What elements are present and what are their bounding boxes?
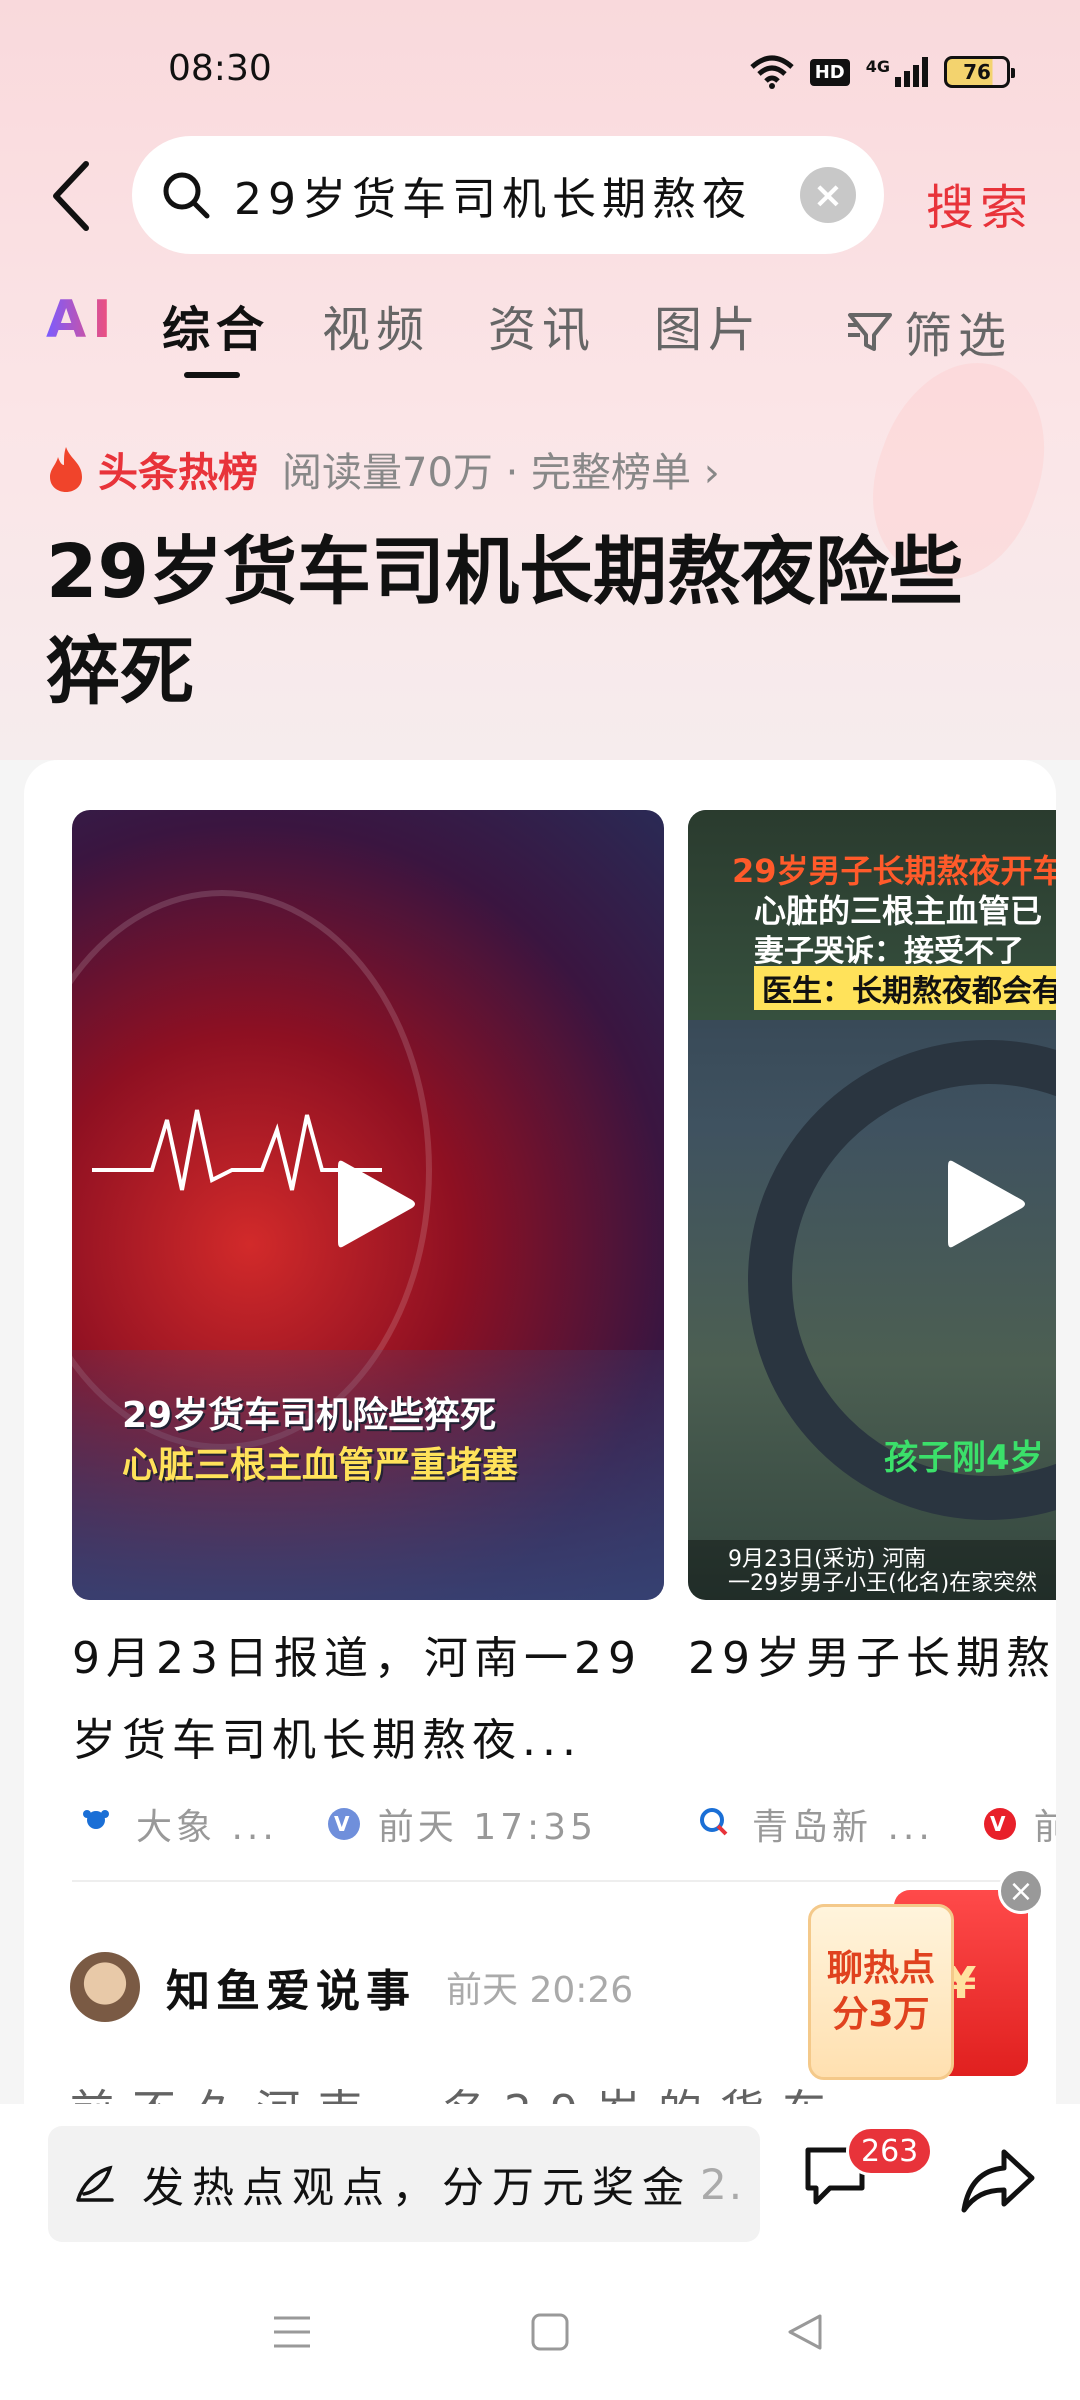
hotlist-row[interactable]: 头条热榜 阅读量70万 · 完整榜单 › bbox=[46, 440, 720, 498]
hotlist-meta[interactable]: 阅读量70万 · 完整榜单 › bbox=[282, 440, 720, 498]
author-row[interactable]: 知鱼爱说事 前天 20:26 bbox=[70, 1952, 633, 2022]
back-button[interactable] bbox=[44, 150, 104, 240]
video-caption-line2: 心脏三根主血管严重堵塞 bbox=[122, 1445, 519, 1486]
hd-icon: HD bbox=[809, 58, 850, 86]
filter-label: 筛选 bbox=[904, 308, 1013, 364]
tab-news[interactable]: 资讯 bbox=[488, 290, 596, 360]
tab-video[interactable]: 视频 bbox=[322, 290, 430, 360]
video2-footer: 9月23日(采访) 河南 一29岁男子小王(化名)在家突然 bbox=[688, 1540, 1056, 1600]
promo-line1: 聊热点 bbox=[826, 1948, 935, 1989]
source-name: 青岛新 ... bbox=[752, 1807, 934, 1848]
status-icons: HD 4G 76 bbox=[750, 52, 1015, 92]
promo-widget[interactable]: ¥ 聊热点 分3万 × bbox=[808, 1868, 1044, 2086]
video-title-2[interactable]: 29岁男子长期熬夜险些猝死!心脏的 bbox=[688, 1618, 1056, 1700]
back-arrow-icon bbox=[53, 161, 89, 231]
promo-close-icon[interactable]: × bbox=[998, 1868, 1044, 1914]
status-bar: 08:30 HD 4G 76 bbox=[0, 0, 1080, 140]
status-time: 08:30 bbox=[168, 48, 272, 89]
flame-icon bbox=[50, 447, 82, 492]
search-icon bbox=[163, 172, 210, 219]
tab-images[interactable]: 图片 bbox=[654, 290, 762, 360]
source-time: 前天 17:35 bbox=[377, 1807, 597, 1848]
video2-foot2: 一29岁男子小王(化名)在家突然 bbox=[728, 1571, 1038, 1596]
verified-badge-icon: V bbox=[327, 1808, 360, 1840]
video2-head3: 妻子哭诉：接受不了 bbox=[754, 934, 1024, 969]
avatar[interactable] bbox=[70, 1952, 140, 2022]
page-title: 29岁货车司机长期熬夜险些猝死 bbox=[46, 529, 963, 715]
wifi-icon bbox=[750, 55, 794, 89]
clear-icon[interactable]: × bbox=[800, 167, 856, 223]
play-icon[interactable] bbox=[334, 1156, 418, 1252]
home-nav-icon[interactable] bbox=[528, 2310, 572, 2354]
video2-kid-caption: 孩子刚4岁 bbox=[884, 1438, 1044, 1478]
divider bbox=[72, 1880, 1012, 1882]
battery-icon: 76 bbox=[944, 56, 1015, 88]
signal-icon: 4G bbox=[866, 57, 928, 87]
filter-button[interactable]: 筛选 bbox=[846, 296, 1012, 366]
hotlist-label: 头条热榜 bbox=[98, 450, 258, 496]
source-logo bbox=[692, 1806, 732, 1842]
comment-placeholder: 发热点观点，分万元奖金 bbox=[142, 2162, 693, 2212]
comment-more: 2. bbox=[700, 2159, 745, 2209]
play-icon[interactable] bbox=[944, 1156, 1028, 1252]
source-logo bbox=[76, 1806, 116, 1842]
author-name[interactable]: 知鱼爱说事 bbox=[166, 1955, 416, 2019]
video2-head4: 医生：长期熬夜都会有 bbox=[754, 966, 1056, 1010]
video-caption-line1: 29岁货车司机险些猝死 bbox=[122, 1395, 497, 1436]
author-time: 前天 20:26 bbox=[446, 1970, 634, 2011]
back-nav-icon[interactable] bbox=[784, 2310, 828, 2354]
source-name: 大象 ... bbox=[136, 1807, 278, 1848]
promo-line2: 分3万 bbox=[832, 1994, 930, 2035]
filter-icon bbox=[848, 313, 892, 351]
search-box[interactable]: 29岁货车司机长期熬夜 × bbox=[132, 136, 884, 254]
search-button[interactable]: 搜索 bbox=[926, 168, 1034, 238]
video-source-1[interactable]: 大象 ... V 前天 17:35 bbox=[76, 1798, 597, 1850]
promo-card: 聊热点 分3万 bbox=[808, 1904, 954, 2080]
verified-badge-icon: V bbox=[983, 1808, 1016, 1840]
share-icon[interactable] bbox=[960, 2146, 1036, 2216]
network-label: 4G bbox=[865, 57, 890, 76]
search-input[interactable]: 29岁货车司机长期熬夜 bbox=[234, 163, 784, 227]
menu-nav-icon[interactable] bbox=[270, 2310, 314, 2354]
video-thumbnail-2[interactable]: 29岁男子长期熬夜开车 心脏的三根主血管已 妻子哭诉：接受不了 医生：长期熬夜都… bbox=[688, 810, 1056, 1600]
comment-count-badge: 263 bbox=[846, 2126, 934, 2176]
video-source-2[interactable]: 青岛新 ... V 前 bbox=[692, 1798, 1056, 1850]
source-time: 前 bbox=[1033, 1807, 1056, 1848]
tab-comprehensive[interactable]: 综合 bbox=[162, 290, 270, 360]
video-thumbnail-1[interactable]: 29岁货车司机险些猝死 心脏三根主血管严重堵塞 bbox=[72, 810, 664, 1600]
tab-ai[interactable]: AI bbox=[46, 290, 118, 350]
comment-input[interactable]: 发热点观点，分万元奖金 2. bbox=[48, 2126, 760, 2242]
video-title-1[interactable]: 9月23日报道，河南一29岁货车司机长期熬夜... bbox=[72, 1618, 672, 1782]
video2-foot1: 9月23日(采访) 河南 bbox=[728, 1547, 927, 1572]
active-tab-indicator bbox=[184, 372, 240, 378]
pen-icon bbox=[76, 2165, 114, 2202]
